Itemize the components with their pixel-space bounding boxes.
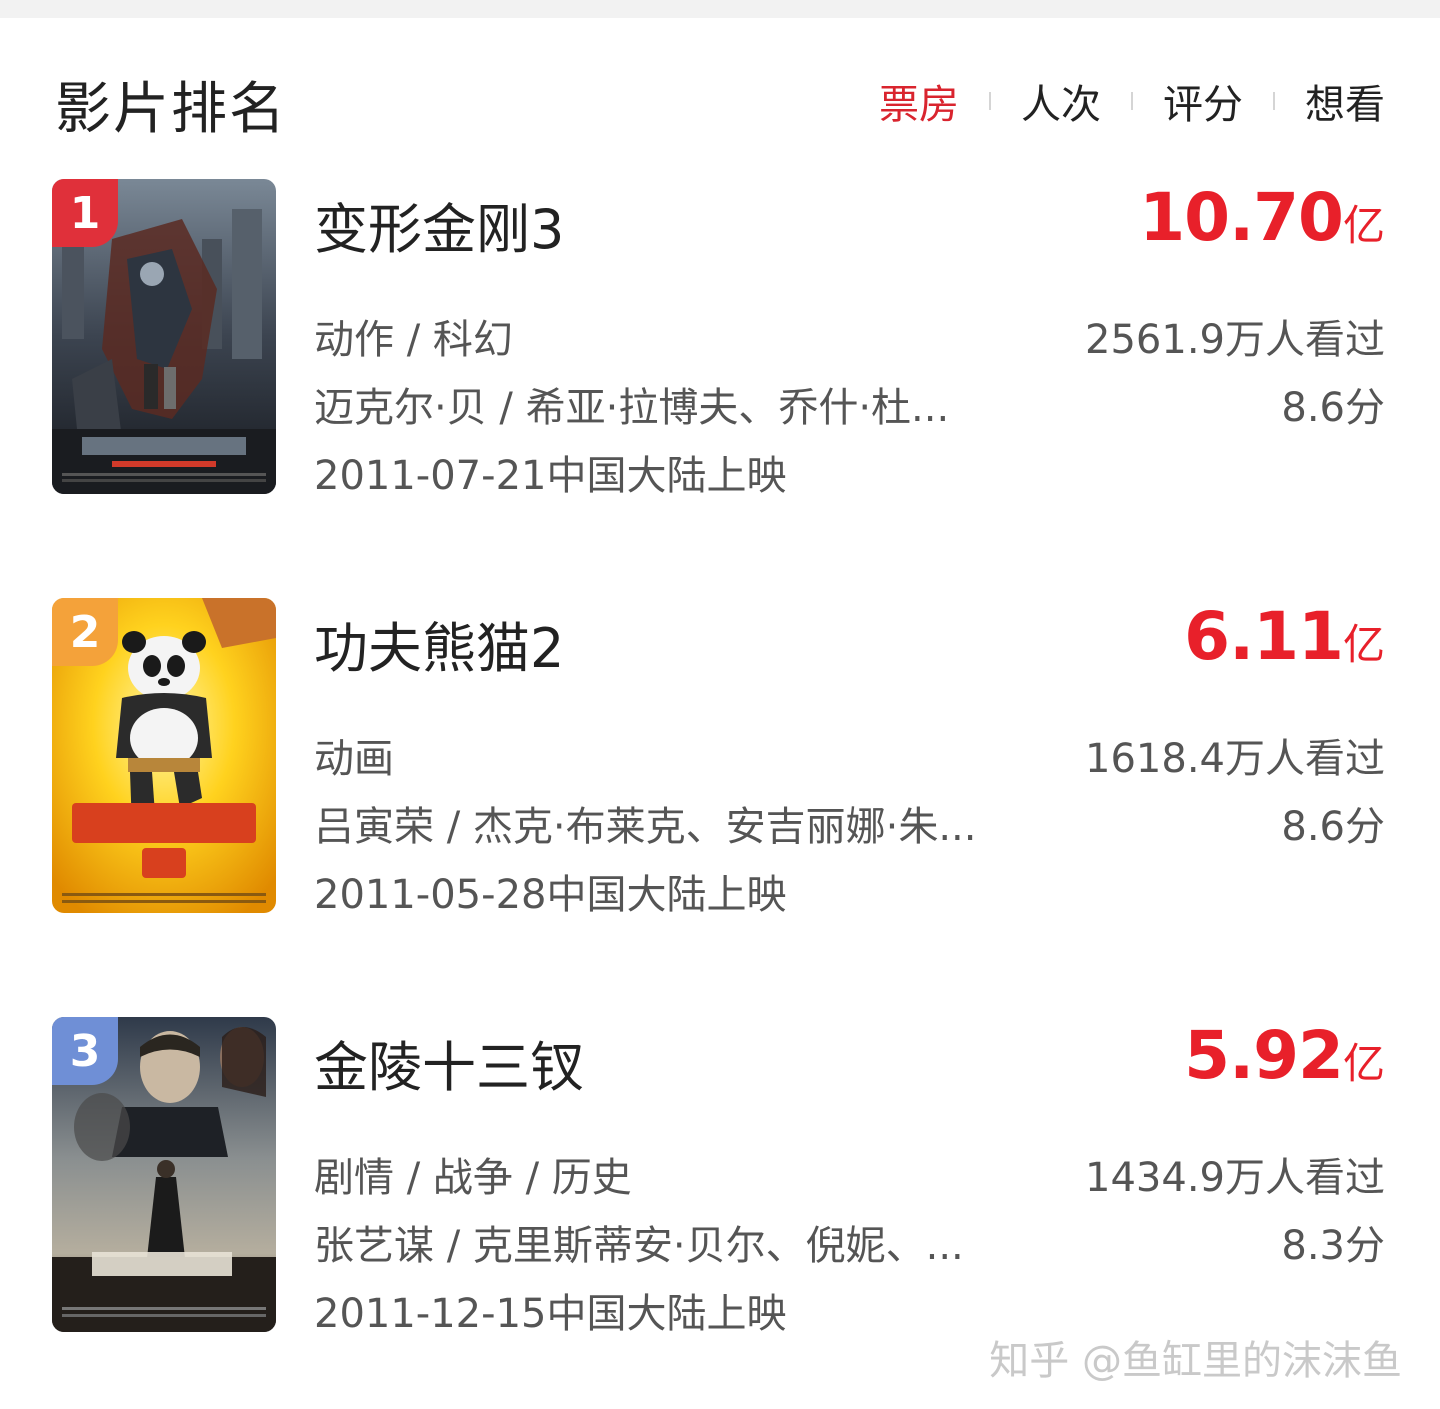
box-office: 5.92亿 [1184,1017,1385,1094]
tab-divider [1273,92,1275,110]
tab-rating[interactable]: 评分 [1163,72,1243,130]
box-office: 10.70亿 [1139,179,1385,256]
movie-item[interactable]: 3 金陵十三钗 5.92亿 剧情 / 战争 / 历史 张艺谋 / 克里斯蒂安·贝… [0,1017,1440,1337]
box-office-value: 6.11 [1184,598,1344,675]
movie-release-date: 2011-12-15中国大陆上映 [314,1291,787,1337]
movie-genre: 动作 / 科幻 [314,317,513,363]
sort-tabs: 票房 人次 评分 想看 [879,72,1385,130]
box-office-unit: 亿 [1342,201,1385,250]
movie-crew: 吕寅荣 / 杰克·布莱克、安吉丽娜·朱... [314,804,977,850]
rank-badge: 2 [52,598,118,666]
movie-title[interactable]: 金陵十三钗 [314,1023,584,1102]
movie-viewers: 1618.4万人看过 [1085,736,1385,782]
rank-badge: 1 [52,179,118,247]
rank-badge: 3 [52,1017,118,1085]
tab-divider [1131,92,1133,110]
movie-score: 8.6分 [1281,385,1385,431]
movie-item[interactable]: 2 功夫熊猫2 6.11亿 动画 吕寅荣 / 杰克·布莱克、安吉丽娜·朱... … [0,598,1440,918]
watermark: 知乎 @鱼缸里的沫沫鱼 [989,1338,1402,1384]
movie-viewers: 1434.9万人看过 [1085,1155,1385,1201]
box-office: 6.11亿 [1184,598,1385,675]
movie-genre: 剧情 / 战争 / 历史 [314,1155,632,1201]
movie-release-date: 2011-05-28中国大陆上映 [314,872,787,918]
movie-score: 8.3分 [1281,1223,1385,1269]
movie-crew: 迈克尔·贝 / 希亚·拉博夫、乔什·杜... [314,385,950,431]
movie-crew: 张艺谋 / 克里斯蒂安·贝尔、倪妮、... [314,1223,964,1269]
tab-divider [989,92,991,110]
box-office-value: 5.92 [1184,1017,1344,1094]
tab-want-to-see[interactable]: 想看 [1305,72,1385,130]
status-bar [0,0,1440,18]
movie-score: 8.6分 [1281,804,1385,850]
box-office-value: 10.70 [1139,179,1344,256]
movie-viewers: 2561.9万人看过 [1085,317,1385,363]
movie-release-date: 2011-07-21中国大陆上映 [314,453,787,499]
tab-box-office[interactable]: 票房 [879,72,959,130]
box-office-unit: 亿 [1342,1039,1385,1088]
page-title: 影片排名 [55,77,287,142]
movie-title[interactable]: 功夫熊猫2 [314,604,564,683]
movie-genre: 动画 [314,736,394,782]
movie-title[interactable]: 变形金刚3 [314,185,564,264]
box-office-unit: 亿 [1342,620,1385,669]
movie-item[interactable]: 1 变形金刚3 10.70亿 动作 / 科幻 迈克尔·贝 / 希亚·拉博夫、乔什… [0,179,1440,499]
tab-admissions[interactable]: 人次 [1021,72,1101,130]
